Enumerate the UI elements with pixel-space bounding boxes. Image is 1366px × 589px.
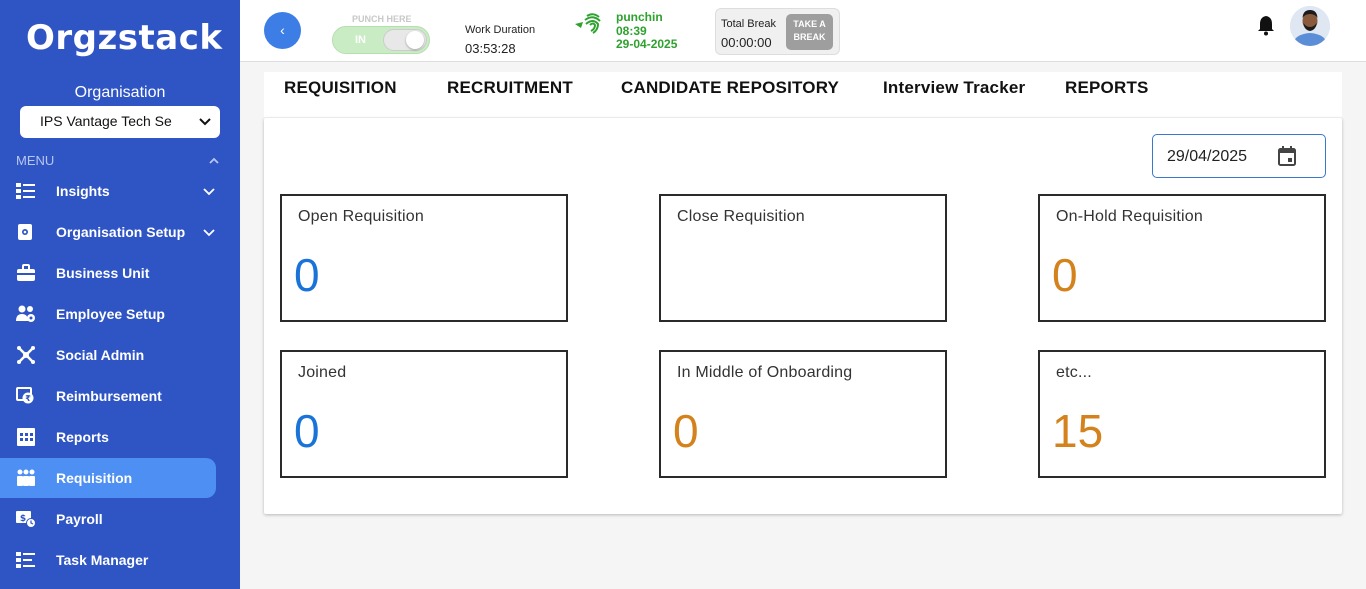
sidebar-item-label: Reports: [56, 429, 109, 445]
grid-icon: [17, 428, 35, 446]
payroll-icon: $: [16, 511, 36, 528]
task-icon: [16, 552, 35, 568]
take-break-line2: BREAK: [793, 32, 826, 42]
sidebar-item-reports[interactable]: Reports: [0, 417, 216, 457]
punch-here-label: PUNCH HERE: [352, 14, 412, 24]
sidebar-item-employee-setup[interactable]: Employee Setup: [0, 294, 216, 334]
tab-recruitment[interactable]: RECRUITMENT: [447, 78, 573, 98]
tab-interview-tracker[interactable]: Interview Tracker: [883, 78, 1025, 98]
svg-text:₹: ₹: [25, 394, 31, 403]
avatar-icon: [1290, 6, 1330, 46]
app-logo: Orgzstack: [26, 18, 223, 58]
list-icon: [16, 183, 35, 199]
tab-reports[interactable]: REPORTS: [1065, 78, 1149, 98]
date-filter-value: 29/04/2025: [1167, 148, 1248, 165]
sidebar-item-label: Organisation Setup: [56, 224, 186, 240]
on-hold-requisition-card[interactable]: On-Hold Requisition 0: [1038, 194, 1326, 322]
card-value: 0: [1052, 249, 1078, 301]
sidebar-item-organisation-setup[interactable]: Organisation Setup: [0, 212, 216, 252]
joined-card[interactable]: Joined 0: [280, 350, 568, 478]
card-title: Joined: [298, 364, 347, 381]
toggle-knob: [383, 29, 427, 51]
briefcase-icon: [17, 264, 35, 281]
menu-label: MENU: [16, 153, 55, 168]
sidebar-item-label: Insights: [56, 183, 110, 199]
punch-toggle[interactable]: IN: [332, 26, 430, 54]
top-bar: ‹ PUNCH HERE IN Work Duration 03:53:28 p…: [240, 0, 1366, 62]
onboarding-card[interactable]: In Middle of Onboarding 0: [659, 350, 947, 478]
social-icon: [17, 346, 35, 364]
sidebar-item-insights[interactable]: Insights: [0, 171, 216, 211]
card-title: etc...: [1056, 364, 1092, 381]
organisation-label: Organisation: [74, 84, 166, 101]
organisation-select-value: IPS Vantage Tech Se: [40, 113, 172, 129]
date-filter-input[interactable]: 29/04/2025: [1152, 134, 1326, 178]
sidebar-item-label: Payroll: [56, 511, 103, 527]
collapse-sidebar-button[interactable]: ‹: [264, 12, 301, 49]
tab-requisition[interactable]: REQUISITION: [284, 78, 397, 98]
svg-text:$: $: [20, 514, 26, 524]
punch-date: 29-04-2025: [616, 37, 678, 51]
chevron-down-icon: [199, 118, 211, 126]
sidebar-item-label: Employee Setup: [56, 306, 165, 322]
work-duration-value: 03:53:28: [465, 41, 516, 56]
user-avatar[interactable]: [1290, 6, 1330, 46]
chevron-down-icon: [203, 188, 215, 196]
sidebar-item-requisition[interactable]: Requisition: [0, 458, 216, 498]
sidebar-item-label: Social Admin: [56, 347, 145, 363]
punch-time: 08:39: [616, 23, 647, 38]
calendar-icon[interactable]: [1276, 145, 1298, 167]
sidebar-item-label: Requisition: [56, 470, 133, 486]
total-break-label: Total Break: [721, 18, 777, 30]
punch-status: punchin 08:39 29-04-2025: [616, 10, 678, 52]
sidebar-item-social-admin[interactable]: Social Admin: [0, 335, 216, 375]
take-break-button[interactable]: TAKE A BREAK: [786, 14, 833, 50]
sidebar-item-label: Task Manager: [56, 552, 149, 568]
people-icon: [17, 469, 35, 486]
card-value: 0: [673, 405, 699, 457]
org-setup-icon: [18, 224, 32, 240]
total-break-value: 00:00:00: [721, 35, 772, 50]
menu-header[interactable]: MENU: [16, 153, 226, 168]
organisation-select[interactable]: IPS Vantage Tech Se: [20, 106, 220, 138]
chevron-down-icon: [203, 229, 215, 237]
card-title: Close Requisition: [677, 208, 805, 225]
card-value: 0: [294, 405, 320, 457]
punch-status-text: punchin: [616, 10, 663, 24]
employee-setup-icon: [16, 305, 35, 322]
open-requisition-card[interactable]: Open Requisition 0: [280, 194, 568, 322]
tab-candidate-repository[interactable]: CANDIDATE REPOSITORY: [621, 78, 839, 98]
requisition-dashboard: 29/04/2025 Open Requisition 0 Close Requ…: [264, 118, 1342, 514]
card-value: 15: [1052, 405, 1104, 457]
sidebar: Orgzstack Organisation IPS Vantage Tech …: [0, 0, 240, 589]
bell-icon[interactable]: [1255, 14, 1277, 36]
chevron-up-icon: [209, 157, 219, 164]
card-title: On-Hold Requisition: [1056, 208, 1203, 225]
card-title: In Middle of Onboarding: [677, 364, 853, 381]
punch-state-label: IN: [355, 34, 366, 46]
take-break-line1: TAKE A: [793, 19, 826, 29]
reimbursement-icon: ₹: [16, 387, 34, 404]
sidebar-item-payroll[interactable]: $ Payroll: [0, 499, 216, 539]
fingerprint-icon: [575, 13, 601, 34]
sidebar-item-reimbursement[interactable]: ₹ Reimbursement: [0, 376, 216, 416]
sidebar-item-task-manager[interactable]: Task Manager: [0, 540, 216, 580]
card-title: Open Requisition: [298, 208, 424, 225]
card-value: 0: [294, 249, 320, 301]
module-tabs: REQUISITION RECRUITMENT CANDIDATE REPOSI…: [264, 72, 1342, 117]
close-requisition-card[interactable]: Close Requisition: [659, 194, 947, 322]
etc-card[interactable]: etc... 15: [1038, 350, 1326, 478]
sidebar-item-label: Reimbursement: [56, 388, 162, 404]
work-duration-label: Work Duration: [465, 24, 536, 36]
sidebar-item-label: Business Unit: [56, 265, 150, 281]
sidebar-item-business-unit[interactable]: Business Unit: [0, 253, 216, 293]
total-break-panel: Total Break 00:00:00 TAKE A BREAK: [715, 8, 840, 55]
